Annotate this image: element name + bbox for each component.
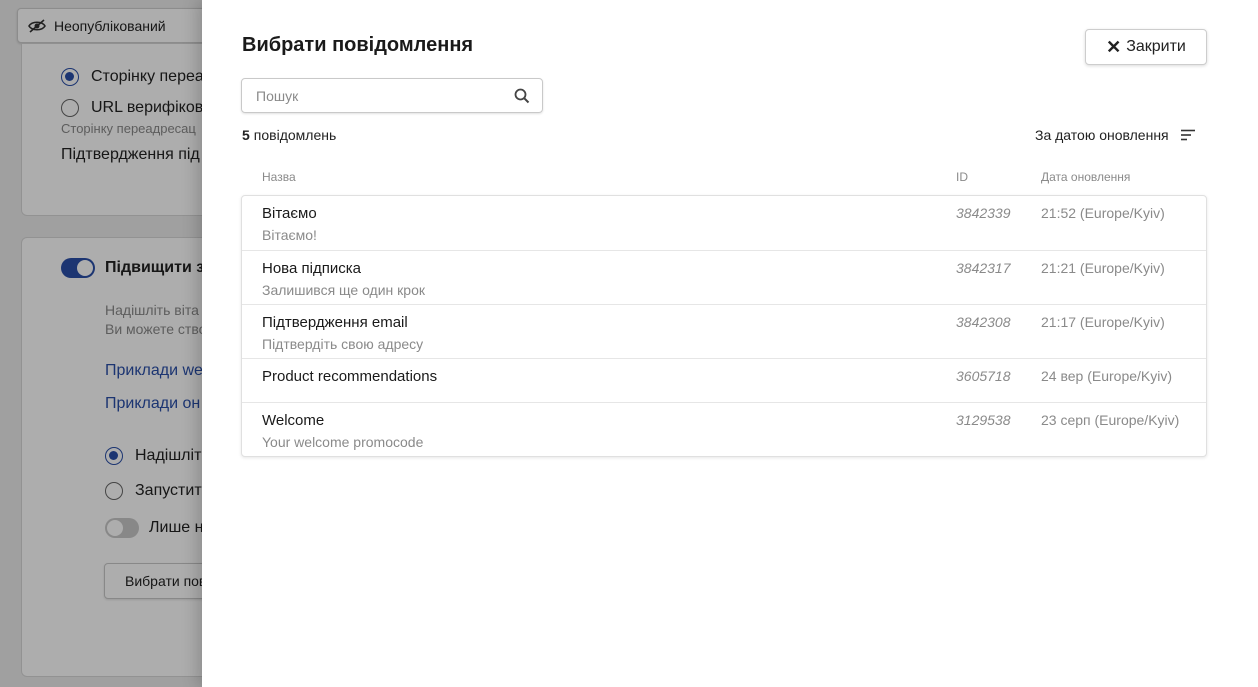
row-date: 21:17 (Europe/Kyiv): [1041, 314, 1165, 330]
table-row[interactable]: Welcome Your welcome promocode 3129538 2…: [242, 402, 1206, 456]
row-subtitle: Вітаємо!: [262, 227, 317, 243]
drawer-title: Вибрати повідомлення: [242, 34, 474, 56]
row-id: 3605718: [956, 368, 1011, 384]
messages-table: Вітаємо Вітаємо! 3842339 21:52 (Europe/K…: [241, 195, 1207, 457]
row-id: 3129538: [956, 412, 1011, 428]
row-name: Підтвердження email: [262, 314, 408, 331]
column-name: Назва: [262, 170, 296, 184]
close-button[interactable]: ✕ Закрити: [1085, 29, 1207, 65]
row-id: 3842339: [956, 205, 1011, 221]
close-label: Закрити: [1126, 38, 1186, 55]
message-count: 5 повідомлень: [242, 127, 336, 143]
table-header: Назва ID Дата оновлення: [242, 170, 1208, 184]
search-icon[interactable]: [514, 88, 530, 104]
row-id: 3842308: [956, 314, 1011, 330]
column-id: ID: [956, 170, 968, 184]
count-label: повідомлень: [253, 127, 337, 143]
table-row[interactable]: Нова підписка Залишився ще один крок 384…: [242, 250, 1206, 304]
row-name: Welcome: [262, 412, 325, 429]
search-input[interactable]: [242, 87, 502, 104]
table-row[interactable]: Вітаємо Вітаємо! 3842339 21:52 (Europe/K…: [242, 196, 1206, 250]
search-box: [241, 78, 543, 113]
table-row[interactable]: Product recommendations 3605718 24 вер (…: [242, 358, 1206, 402]
row-subtitle: Залишився ще один крок: [262, 282, 425, 298]
count-number: 5: [242, 127, 250, 143]
row-name: Нова підписка: [262, 260, 361, 277]
row-date: 23 серп (Europe/Kyiv): [1041, 412, 1180, 428]
table-row[interactable]: Підтвердження email Підтвердіть свою адр…: [242, 304, 1206, 358]
row-date: 24 вер (Europe/Kyiv): [1041, 368, 1173, 384]
sort-dropdown[interactable]: За датою оновлення: [1035, 127, 1195, 143]
column-date: Дата оновлення: [1041, 170, 1131, 184]
close-icon: ✕: [1106, 37, 1122, 57]
sort-label: За датою оновлення: [1035, 127, 1169, 143]
select-message-drawer: Вибрати повідомлення ✕ Закрити 5повідомл…: [202, 0, 1258, 687]
row-name: Product recommendations: [262, 368, 438, 385]
row-id: 3842317: [956, 260, 1011, 276]
row-subtitle: Your welcome promocode: [262, 434, 424, 450]
row-subtitle: Підтвердіть свою адресу: [262, 336, 424, 352]
row-date: 21:21 (Europe/Kyiv): [1041, 260, 1165, 276]
row-date: 21:52 (Europe/Kyiv): [1041, 205, 1165, 221]
row-name: Вітаємо: [262, 205, 317, 222]
sort-icon: [1180, 129, 1195, 141]
